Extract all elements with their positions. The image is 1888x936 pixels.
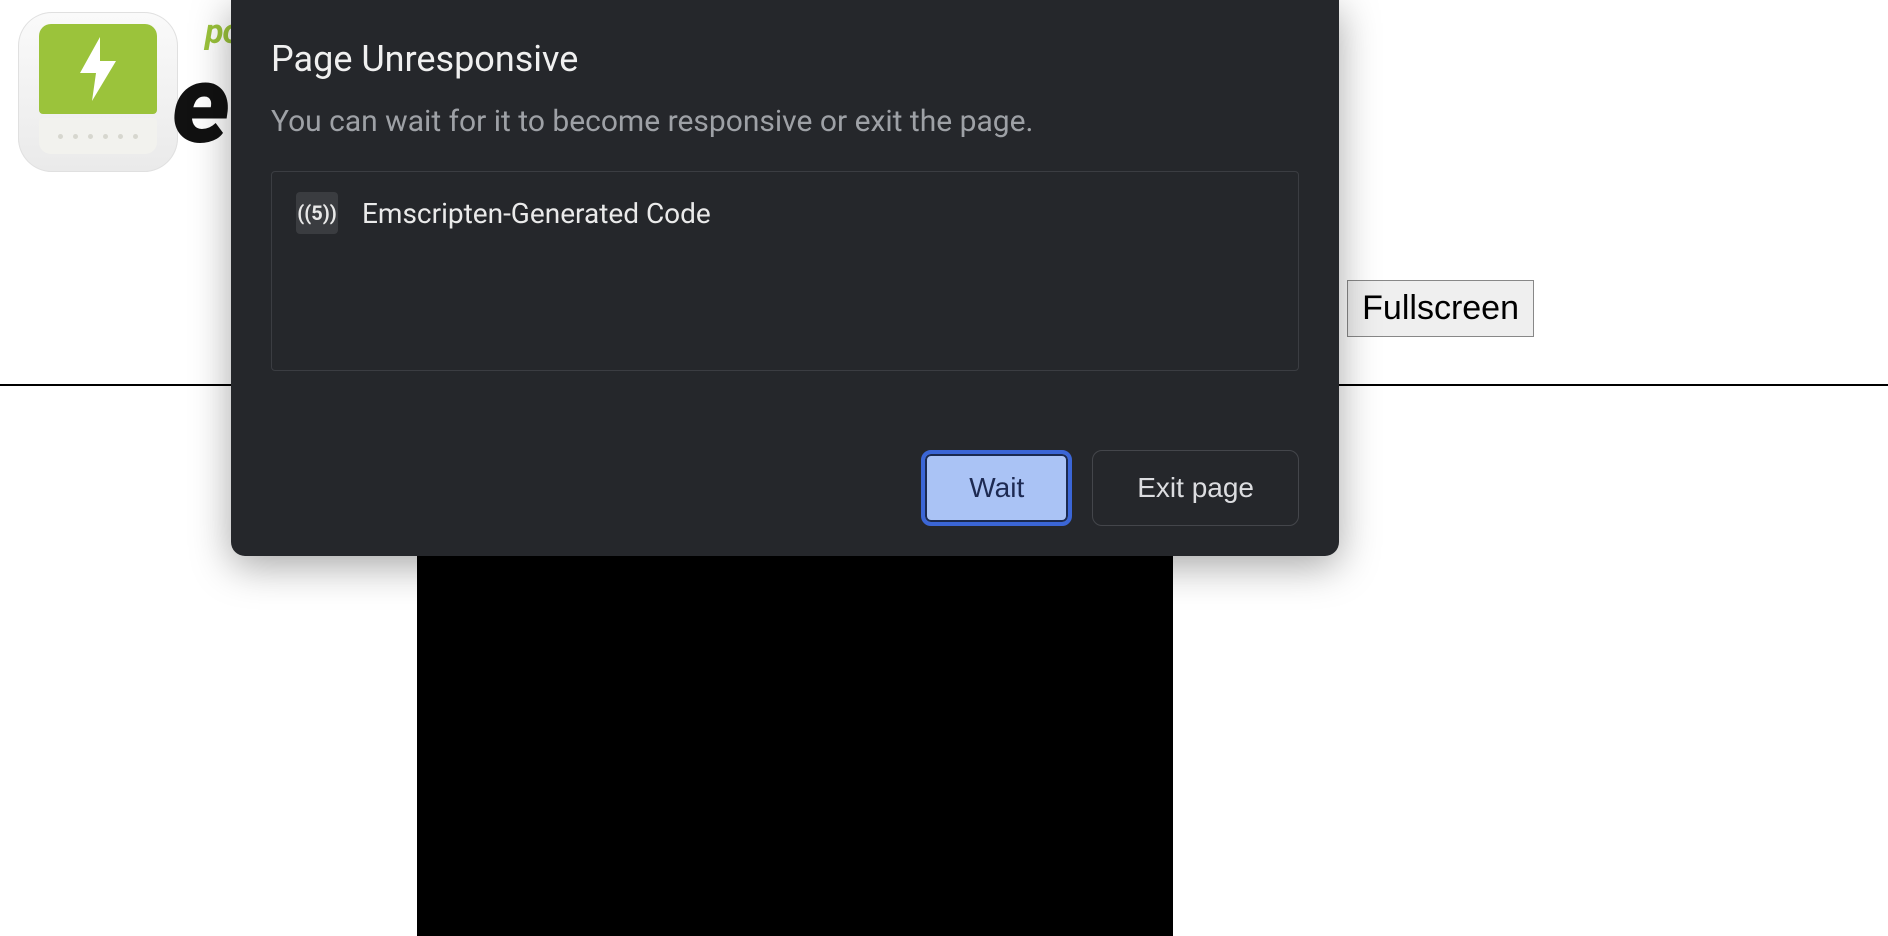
unresponsive-page-item[interactable]: ((5)) Emscripten-Generated Code [296,192,1274,234]
page-unresponsive-dialog: Page Unresponsive You can wait for it to… [231,0,1339,556]
unresponsive-page-list: ((5)) Emscripten-Generated Code [271,171,1299,371]
logo-top-panel [39,24,157,114]
broadcast-icon: ((5)) [296,192,338,234]
fullscreen-button[interactable]: Fullscreen [1347,280,1534,337]
dialog-subtitle: You can wait for it to become responsive… [271,104,1299,139]
logo-bottom-panel [39,118,157,154]
wordmark-emscripten: e [172,40,224,169]
lightning-bolt-icon [74,37,122,101]
exit-page-button[interactable]: Exit page [1092,450,1299,526]
emscripten-logo [18,12,178,172]
dialog-button-row: Wait Exit page [271,410,1299,526]
unresponsive-page-name: Emscripten-Generated Code [362,197,711,230]
page-root: po e Fullscreen Page Unresponsive You ca… [0,0,1888,936]
dialog-title: Page Unresponsive [271,38,1299,80]
wait-button[interactable]: Wait [921,450,1072,526]
